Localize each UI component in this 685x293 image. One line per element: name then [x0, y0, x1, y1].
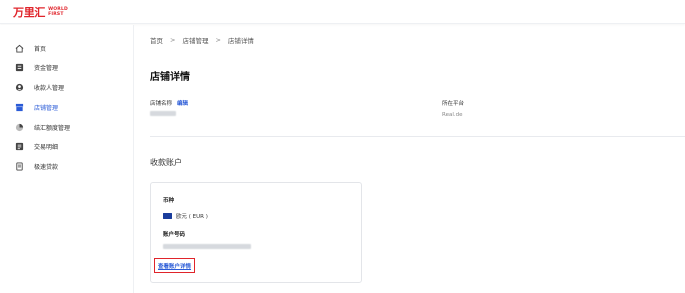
sidebar-item-label: 结汇额度管理 [34, 124, 71, 132]
transaction-icon [15, 142, 24, 151]
currency-value: 欧元 ( EUR ) [176, 214, 208, 220]
top-bar: 万里汇 WORLD FIRST [0, 0, 685, 24]
quota-icon [15, 123, 24, 132]
account-section-title: 收款账户 [150, 158, 182, 167]
store-name-row: 店铺名称 编辑 [150, 99, 188, 107]
home-icon [15, 44, 24, 53]
store-name-value-redacted [150, 111, 176, 116]
main-content: 首页 > 店铺管理 > 店铺详情 店铺详情 店铺名称 编辑 所在平台 Real.… [134, 25, 685, 293]
view-account-detail-link[interactable]: 查看账户详情 [158, 262, 191, 270]
breadcrumb-store-management[interactable]: 店铺管理 [182, 35, 208, 45]
view-account-detail-highlight: 查看账户详情 [154, 258, 196, 273]
sidebar-item-store[interactable]: 店铺管理 [15, 99, 58, 115]
sidebar-item-label: 交易明细 [34, 143, 59, 151]
sidebar-item-label: 资金管理 [34, 64, 59, 72]
sidebar-item-loans[interactable]: 极速贷款 [15, 158, 58, 174]
currency-label: 币种 [163, 198, 175, 204]
breadcrumb: 首页 > 店铺管理 > 店铺详情 [150, 35, 254, 45]
account-card: 币种 欧元 ( EUR ) 账户号码 查看账户详情 [150, 182, 362, 283]
account-number-label: 账户号码 [163, 232, 186, 238]
store-name-label: 店铺名称 [150, 101, 173, 107]
page-title: 店铺详情 [150, 72, 190, 83]
sidebar-item-transactions[interactable]: 交易明细 [15, 138, 58, 154]
breadcrumb-separator: > [215, 36, 221, 44]
breadcrumb-current: 店铺详情 [227, 37, 254, 45]
sidebar: 首页 资金管理 收款人管理 店铺管理 结汇额度管理 交易明细 极速贷款 [0, 25, 134, 293]
sidebar-item-label: 极速贷款 [34, 163, 59, 171]
breadcrumb-separator: > [170, 36, 176, 44]
eu-flag-icon [163, 213, 172, 219]
platform-label: 所在平台 [442, 101, 465, 107]
sidebar-item-home[interactable]: 首页 [15, 40, 46, 56]
sidebar-item-funds[interactable]: 资金管理 [15, 59, 58, 75]
sidebar-item-label: 店铺管理 [34, 104, 59, 112]
sidebar-item-fx-quota[interactable]: 结汇额度管理 [15, 119, 70, 135]
account-number-value-redacted [163, 244, 251, 249]
section-divider [150, 136, 685, 137]
platform-value: Real.de [442, 112, 463, 118]
sidebar-item-label: 收款人管理 [34, 84, 65, 92]
brand-name-en: WORLD FIRST [48, 7, 68, 17]
brand-logo[interactable]: 万里汇 WORLD FIRST [13, 5, 68, 19]
store-icon [15, 103, 24, 112]
loan-icon [15, 161, 24, 171]
wallet-icon [15, 63, 24, 72]
edit-store-name-link[interactable]: 编辑 [177, 99, 188, 107]
currency-value-row: 欧元 ( EUR ) [163, 212, 208, 220]
sidebar-item-label: 首页 [34, 45, 47, 53]
breadcrumb-home[interactable]: 首页 [150, 35, 163, 45]
user-icon [15, 83, 24, 92]
sidebar-item-payees[interactable]: 收款人管理 [15, 79, 64, 95]
brand-name-cn: 万里汇 [13, 6, 46, 19]
